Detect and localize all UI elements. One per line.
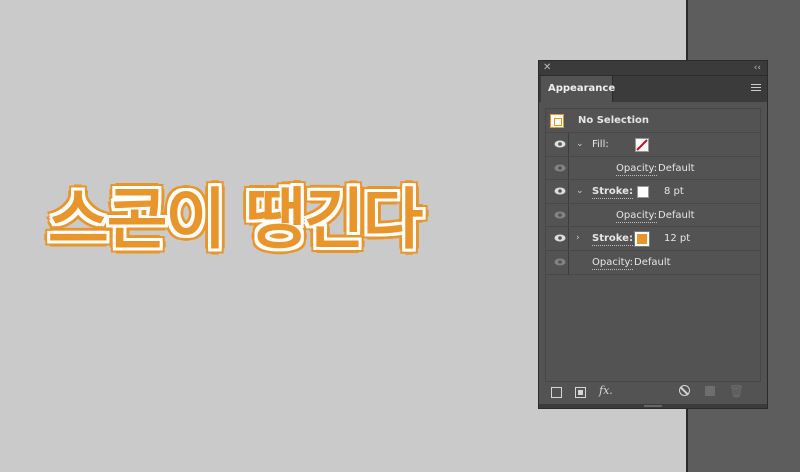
selection-thumbnail xyxy=(550,114,564,128)
add-new-effect-icon[interactable]: fx. xyxy=(599,384,613,397)
canvas-styled-text[interactable]: 스콘이 땡긴다 xyxy=(48,166,423,262)
chevron-down-icon[interactable]: ⌄ xyxy=(576,133,584,156)
delete-item-icon: 🗑 xyxy=(729,384,745,398)
object-opacity-row[interactable]: Opacity: Default xyxy=(546,250,760,275)
fill-label[interactable]: Fill: xyxy=(592,133,609,156)
opacity-value: Default xyxy=(658,162,695,174)
opacity-label[interactable]: Opacity: xyxy=(616,204,658,227)
clear-appearance-icon[interactable] xyxy=(679,385,690,396)
duplicate-item-icon xyxy=(705,386,715,396)
stroke-weight[interactable]: 12 pt xyxy=(664,227,690,250)
selection-row: No Selection xyxy=(546,109,760,133)
add-new-fill-icon[interactable] xyxy=(575,387,586,398)
stroke-weight[interactable]: 8 pt xyxy=(664,180,684,203)
panel-menu-icon[interactable] xyxy=(751,84,761,93)
selection-label: No Selection xyxy=(578,115,650,126)
panel-title-bar[interactable]: ✕ ‹‹ xyxy=(539,61,767,76)
stroke-label[interactable]: Stroke: xyxy=(592,227,633,250)
opacity-value: Default xyxy=(658,209,695,221)
stroke-row-2[interactable]: › Stroke: 12 pt xyxy=(546,227,760,251)
eye-icon[interactable] xyxy=(554,164,566,172)
eye-icon[interactable] xyxy=(554,211,566,219)
tab-appearance[interactable]: Appearance xyxy=(541,76,615,102)
eye-icon[interactable] xyxy=(554,258,566,266)
collapse-icon[interactable]: ‹‹ xyxy=(754,61,761,75)
eye-icon[interactable] xyxy=(554,234,566,242)
chevron-down-icon[interactable]: ⌄ xyxy=(576,180,584,203)
add-new-stroke-icon[interactable] xyxy=(551,387,562,398)
appearance-attributes-list: No Selection ⌄ Fill: Opacity: Default ⌄ … xyxy=(545,108,761,382)
panel-resize-handle[interactable] xyxy=(539,404,767,408)
eye-icon[interactable] xyxy=(554,140,566,148)
opacity-value: Default xyxy=(634,256,671,268)
fill-opacity-row[interactable]: Opacity: Default xyxy=(546,156,760,181)
stroke-color-swatch[interactable] xyxy=(637,186,649,199)
eye-icon[interactable] xyxy=(554,187,566,195)
stroke-row-1[interactable]: ⌄ Stroke: 8 pt xyxy=(546,180,760,204)
stroke-opacity-row[interactable]: Opacity: Default xyxy=(546,203,760,228)
close-icon[interactable]: ✕ xyxy=(543,61,551,75)
opacity-label[interactable]: Opacity: xyxy=(616,157,658,180)
opacity-label[interactable]: Opacity: xyxy=(592,251,634,274)
stroke-color-swatch[interactable] xyxy=(634,231,650,248)
panel-tab-bar: Appearance xyxy=(539,76,767,102)
stroke-label[interactable]: Stroke: xyxy=(592,180,633,203)
chevron-right-icon[interactable]: › xyxy=(576,227,580,250)
fill-swatch-none[interactable] xyxy=(635,138,649,152)
fill-row[interactable]: ⌄ Fill: xyxy=(546,133,760,157)
appearance-panel: ✕ ‹‹ Appearance No Selection ⌄ Fill: Opa… xyxy=(538,60,768,409)
